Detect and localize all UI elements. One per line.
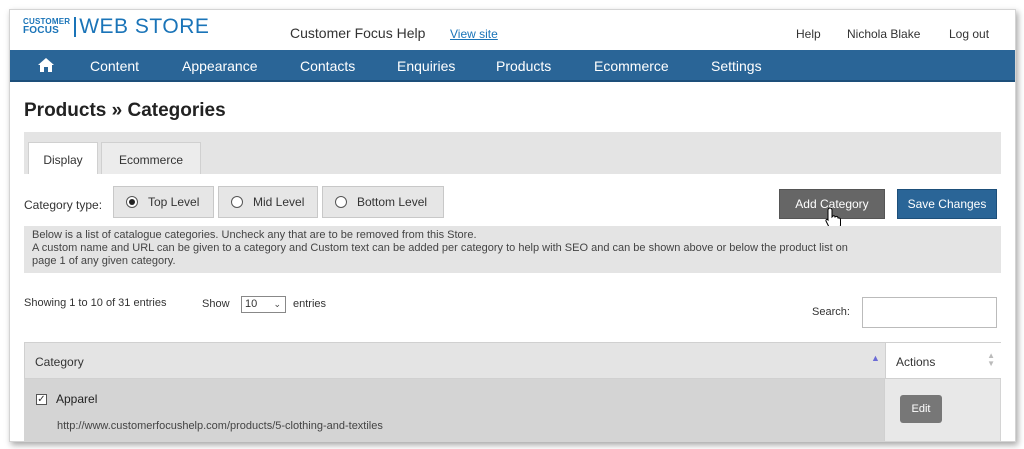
top-header: CUSTOMER FOCUS WEB STORE Customer Focus … <box>10 10 1015 50</box>
radio-selected-icon <box>126 196 138 208</box>
logo-text: WEB STORE <box>79 15 210 38</box>
column-header-actions-cell[interactable]: Actions ▲ ▼ <box>885 343 1001 378</box>
tab-strip: Display Ecommerce <box>24 132 1001 174</box>
radio-top-level-label: Top Level <box>148 195 200 209</box>
app-window: CUSTOMER FOCUS WEB STORE Customer Focus … <box>9 9 1016 442</box>
category-url: http://www.customerfocushelp.com/product… <box>57 420 383 432</box>
save-changes-button[interactable]: Save Changes <box>897 189 997 219</box>
logout-link[interactable]: Log out <box>949 27 989 41</box>
page-title: Products » Categories <box>24 100 226 121</box>
row-actions-cell: Edit <box>884 379 1000 441</box>
category-type-label: Category type: <box>24 198 103 212</box>
nav-content[interactable]: Content <box>90 58 139 74</box>
info-line-3: page 1 of any given category. <box>32 255 176 267</box>
nav-contacts[interactable]: Contacts <box>300 58 355 74</box>
view-site-link[interactable]: View site <box>450 27 498 41</box>
category-checkbox[interactable]: ✓ <box>36 394 47 405</box>
site-title: Customer Focus Help <box>290 25 426 41</box>
entries-label: entries <box>293 298 327 310</box>
logo[interactable]: CUSTOMER FOCUS WEB STORE <box>23 15 209 39</box>
radio-bottom-level-label: Bottom Level <box>357 195 428 209</box>
help-link[interactable]: Help <box>796 27 821 41</box>
info-line-2: A custom name and URL can be given to a … <box>32 242 848 254</box>
search-label: Search: <box>812 306 850 318</box>
tab-ecommerce[interactable]: Ecommerce <box>101 142 201 174</box>
chevron-down-icon: ⌄ <box>273 299 281 309</box>
sort-ascending-icon[interactable]: ▲ <box>871 353 880 363</box>
search-input[interactable] <box>862 297 997 328</box>
table-header: Category ▲ Actions ▲ ▼ <box>24 342 1001 379</box>
nav-ecommerce[interactable]: Ecommerce <box>594 58 669 74</box>
tab-display[interactable]: Display <box>28 142 98 174</box>
table-row: ✓ Apparel http://www.customerfocushelp.c… <box>24 379 1001 441</box>
main-nav: Content Appearance Contacts Enquiries Pr… <box>10 50 1015 82</box>
entries-info: Showing 1 to 10 of 31 entries <box>24 297 167 309</box>
radio-mid-level-label: Mid Level <box>253 195 305 209</box>
edit-button[interactable]: Edit <box>900 395 942 423</box>
page-size-select[interactable]: 10 ⌄ <box>241 296 286 313</box>
info-line-1: Below is a list of catalogue categories.… <box>32 229 477 241</box>
radio-mid-level[interactable]: Mid Level <box>218 186 318 218</box>
info-box: Below is a list of catalogue categories.… <box>24 226 1001 273</box>
column-header-actions: Actions <box>896 355 936 369</box>
sort-both-icon: ▲ ▼ <box>987 351 995 368</box>
column-header-category[interactable]: Category <box>35 355 84 369</box>
radio-unselected-icon <box>335 196 347 208</box>
page-size-value: 10 <box>245 298 258 310</box>
user-name-link[interactable]: Nichola Blake <box>847 27 920 41</box>
nav-appearance[interactable]: Appearance <box>182 58 258 74</box>
radio-unselected-icon <box>231 196 243 208</box>
nav-products[interactable]: Products <box>496 58 551 74</box>
logo-small-line2: FOCUS <box>23 25 59 36</box>
radio-bottom-level[interactable]: Bottom Level <box>322 186 444 218</box>
home-icon[interactable] <box>37 57 55 73</box>
logo-divider <box>74 17 77 37</box>
category-name: Apparel <box>56 392 98 406</box>
show-label: Show <box>202 298 230 310</box>
nav-settings[interactable]: Settings <box>711 58 762 74</box>
radio-top-level[interactable]: Top Level <box>113 186 214 218</box>
nav-enquiries[interactable]: Enquiries <box>397 58 455 74</box>
